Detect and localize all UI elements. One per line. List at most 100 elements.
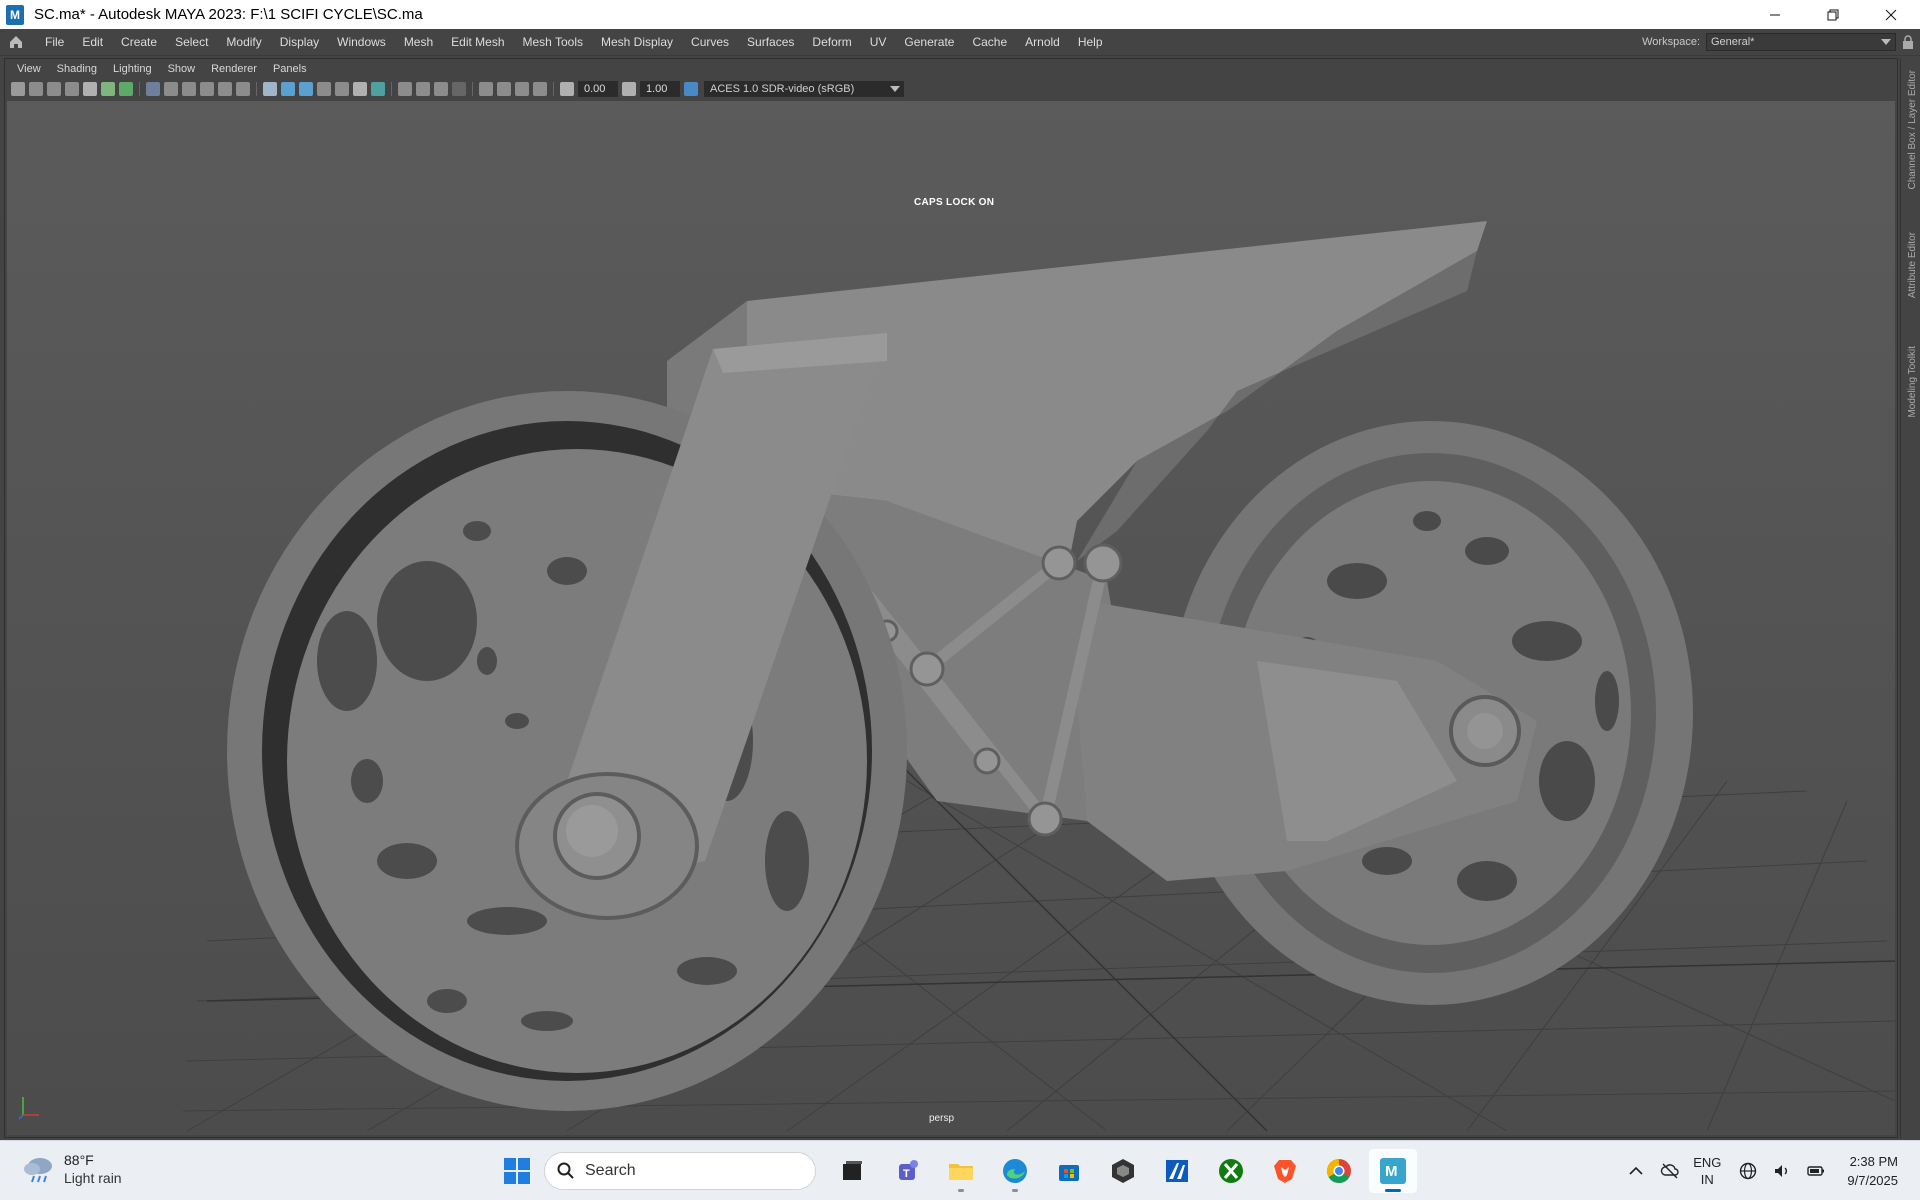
panel-menu-panels[interactable]: Panels [265,63,315,75]
wireframe-on-shaded-icon[interactable] [299,82,313,96]
field-chart-icon[interactable] [200,82,214,96]
taskbar-app-teams[interactable]: T [883,1149,931,1193]
home-icon[interactable] [8,34,24,50]
taskbar-app-task-view[interactable] [829,1149,877,1193]
motion-blur-icon[interactable] [497,82,511,96]
taskbar-app-file-explorer[interactable] [937,1149,985,1193]
menu-modify[interactable]: Modify [217,35,270,49]
taskbar-app-xbox[interactable] [1207,1149,1255,1193]
menu-display[interactable]: Display [271,35,328,49]
bookmarks-icon[interactable] [47,82,61,96]
wireframe-icon[interactable] [263,82,277,96]
start-button[interactable] [498,1152,536,1190]
menu-generate[interactable]: Generate [895,35,963,49]
cloud-sync-off-icon[interactable] [1660,1161,1680,1181]
chevron-up-icon[interactable] [1626,1161,1646,1181]
tab-attribute-editor[interactable]: Attribute Editor [1907,232,1918,298]
multisample-aa-icon[interactable] [479,82,493,96]
gate-mask-icon[interactable] [182,82,196,96]
tab-channel-box[interactable]: Channel Box / Layer Editor [1907,70,1918,190]
tab-modeling-toolkit[interactable]: Modeling Toolkit [1907,346,1918,418]
close-button[interactable] [1862,0,1920,29]
menu-uv[interactable]: UV [861,35,896,49]
menu-windows[interactable]: Windows [328,35,395,49]
restore-button[interactable] [1804,0,1862,29]
maya-icon: M [1380,1158,1406,1184]
safe-action-icon[interactable] [218,82,232,96]
screen-space-ao-icon[interactable] [533,82,547,96]
xray-components-icon[interactable] [452,82,466,96]
bike-model-render[interactable] [7,101,1895,1135]
search-label: Search [585,1162,636,1179]
taskbar-app-maya[interactable]: M [1369,1149,1417,1193]
smooth-shade-icon[interactable] [281,82,295,96]
menu-deform[interactable]: Deform [803,35,860,49]
system-clock[interactable]: 2:38 PM 9/7/2025 [1847,1152,1898,1190]
grid-toggle-icon[interactable] [119,82,133,96]
exposure-icon[interactable] [560,82,574,96]
grease-pencil-icon[interactable] [101,82,115,96]
perspective-viewport[interactable]: CAPS LOCK ON persp [7,101,1895,1135]
toolbar-separator [391,82,392,96]
view-transform-value: ACES 1.0 SDR-video (sRGB) [710,83,855,95]
taskbar-app-unity[interactable] [1099,1149,1147,1193]
xray-icon[interactable] [416,82,430,96]
exposure-field[interactable]: 0.00 [578,81,618,97]
workspace-dropdown[interactable]: General* [1706,33,1896,51]
menu-edit[interactable]: Edit [73,35,112,49]
menu-mesh[interactable]: Mesh [395,35,442,49]
taskbar-search[interactable]: Search [544,1152,816,1190]
color-management-icon[interactable] [684,82,698,96]
menu-select[interactable]: Select [166,35,217,49]
gamma-field[interactable]: 1.00 [640,81,680,97]
volume-icon[interactable] [1772,1161,1792,1181]
camera-attributes-icon[interactable] [29,82,43,96]
menu-create[interactable]: Create [112,35,166,49]
taskbar-app-edge[interactable] [991,1149,1039,1193]
menu-mesh-display[interactable]: Mesh Display [592,35,682,49]
taskbar-app-chrome[interactable] [1315,1149,1363,1193]
panel-toolbar: 0.00 1.00 ACES 1.0 SDR-video (sRGB) [5,79,1897,99]
network-globe-icon[interactable] [1738,1161,1758,1181]
weather-widget[interactable]: 88°F Light rain [22,1151,122,1187]
lock-icon[interactable] [1902,35,1914,49]
shadows-icon[interactable] [353,82,367,96]
menu-arnold[interactable]: Arnold [1016,35,1069,49]
panel-menu-show[interactable]: Show [160,63,204,75]
folder-icon [949,1164,973,1180]
language-indicator[interactable]: ENG IN [1693,1154,1721,1188]
image-plane-icon[interactable] [65,82,79,96]
2d-pan-zoom-icon[interactable] [83,82,97,96]
edge-icon [1003,1159,1027,1183]
use-all-lights-icon[interactable] [335,82,349,96]
taskbar-app-store[interactable] [1045,1149,1093,1193]
panel-menu-shading[interactable]: Shading [49,63,105,75]
toolbar-separator [139,82,140,96]
system-tray: ENG IN 2:38 PM 9/7/2025 [1619,1141,1920,1200]
xray-joints-icon[interactable] [434,82,448,96]
depth-of-field-icon[interactable] [515,82,529,96]
panel-menu-lighting[interactable]: Lighting [105,63,160,75]
film-gate-icon[interactable] [146,82,160,96]
menu-cache[interactable]: Cache [963,35,1016,49]
menu-mesh-tools[interactable]: Mesh Tools [514,35,592,49]
safe-title-icon[interactable] [236,82,250,96]
battery-icon[interactable] [1806,1161,1826,1181]
panel-menu-renderer[interactable]: Renderer [203,63,265,75]
isolate-select-icon[interactable] [398,82,412,96]
camera-select-icon[interactable] [11,82,25,96]
taskbar-app-autodesk[interactable] [1153,1149,1201,1193]
panel-menu-view[interactable]: View [9,63,49,75]
menu-curves[interactable]: Curves [682,35,738,49]
menu-edit-mesh[interactable]: Edit Mesh [442,35,513,49]
view-transform-dropdown[interactable]: ACES 1.0 SDR-video (sRGB) [704,81,904,97]
textured-icon[interactable] [317,82,331,96]
menu-file[interactable]: File [36,35,73,49]
menu-surfaces[interactable]: Surfaces [738,35,803,49]
minimize-button[interactable] [1746,0,1804,29]
gamma-icon[interactable] [622,82,636,96]
taskbar-app-brave[interactable] [1261,1149,1309,1193]
menu-help[interactable]: Help [1069,35,1112,49]
resolution-gate-icon[interactable] [164,82,178,96]
ambient-occlusion-icon[interactable] [371,82,385,96]
